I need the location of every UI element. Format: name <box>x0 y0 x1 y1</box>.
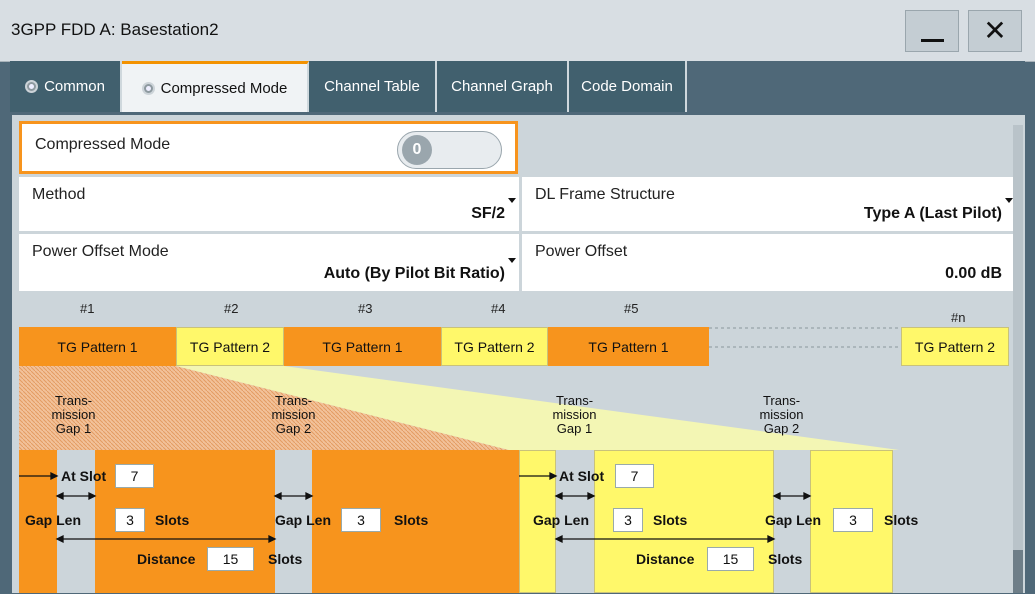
gap2-len-input[interactable]: 3 <box>833 508 873 532</box>
vertical-scrollbar[interactable] <box>1013 125 1023 593</box>
toggle-knob: 0 <box>402 135 432 165</box>
field-label: DL Frame Structure <box>535 186 675 203</box>
close-icon: ✕ <box>983 15 1007 46</box>
power-offset-mode-field[interactable]: Power Offset Mode Auto (By Pilot Bit Rat… <box>19 234 519 291</box>
slots-label: Slots <box>394 512 429 528</box>
minimize-button[interactable] <box>905 10 959 52</box>
method-field[interactable]: Method SF/2 <box>19 177 519 231</box>
tab-label: Compressed Mode <box>160 79 288 97</box>
at-slot-input[interactable]: 7 <box>115 464 154 488</box>
dropdown-arrow-icon <box>1005 198 1013 203</box>
slots-label: Slots <box>268 551 303 567</box>
at-slot-label: At Slot <box>559 468 605 484</box>
at-slot-input[interactable]: 7 <box>615 464 654 488</box>
field-value: Auto (By Pilot Bit Ratio) <box>323 265 505 282</box>
slots-label: Slots <box>768 551 803 567</box>
slots-label: Slots <box>884 512 919 528</box>
distance-label: Distance <box>636 551 695 567</box>
gap-len-label: Gap Len <box>533 512 590 528</box>
dropdown-arrow-icon <box>508 258 516 263</box>
window-title: 3GPP FDD A: Basestation2 <box>11 20 219 39</box>
at-slot-label: At Slot <box>61 468 107 484</box>
field-label: Compressed Mode <box>35 136 171 153</box>
gap-len-input[interactable]: 3 <box>115 508 145 532</box>
gap-len-input[interactable]: 3 <box>613 508 643 532</box>
compressed-mode-panel: Compressed Mode 0 Method SF/2 DL Frame S… <box>12 115 1025 593</box>
close-button[interactable]: ✕ <box>968 10 1022 52</box>
distance-input[interactable]: 15 <box>207 547 254 571</box>
tab-label: Common <box>44 78 105 95</box>
field-label: Power Offset Mode <box>32 243 169 260</box>
slots-label: Slots <box>653 512 688 528</box>
tg-pattern-diagram: #1 #2 #3 #4 #5 #n TG Pattern 1 TG Patter… <box>19 295 1011 593</box>
field-value: Type A (Last Pilot) <box>863 205 1002 222</box>
toggle-dot-icon <box>141 81 155 95</box>
distance-label: Distance <box>137 551 196 567</box>
gap-len-label: Gap Len <box>765 512 822 528</box>
power-offset-field[interactable]: Power Offset 0.00 dB <box>522 234 1016 291</box>
slots-label: Slots <box>155 512 190 528</box>
compressed-mode-field[interactable]: Compressed Mode 0 <box>19 121 518 174</box>
gap-len-label: Gap Len <box>25 512 82 528</box>
tab-channel-graph[interactable]: Channel Graph <box>437 61 569 112</box>
field-label: Power Offset <box>535 243 628 260</box>
minimize-icon <box>921 39 944 42</box>
toggle-dot-icon <box>25 80 39 93</box>
tab-compressed-mode[interactable]: Compressed Mode <box>122 61 309 112</box>
compressed-mode-toggle[interactable]: 0 <box>397 131 502 169</box>
tab-label: Channel Graph <box>451 78 553 95</box>
dl-frame-structure-field[interactable]: DL Frame Structure Type A (Last Pilot) <box>522 177 1016 231</box>
tab-label: Channel Table <box>324 78 420 95</box>
tab-channel-table[interactable]: Channel Table <box>309 61 437 112</box>
distance-input[interactable]: 15 <box>707 547 754 571</box>
field-value: 0.00 dB <box>945 265 1002 282</box>
arrow-graphics <box>19 471 812 544</box>
tab-label: Code Domain <box>581 78 673 95</box>
field-value: SF/2 <box>471 205 505 222</box>
field-label: Method <box>32 186 86 203</box>
title-bar: 3GPP FDD A: Basestation2 ✕ <box>0 0 1035 62</box>
tab-common[interactable]: Common <box>10 61 122 112</box>
dropdown-arrow-icon <box>508 198 516 203</box>
gap2-len-input[interactable]: 3 <box>341 508 381 532</box>
tab-code-domain[interactable]: Code Domain <box>569 61 687 112</box>
gap-len-label: Gap Len <box>275 512 332 528</box>
scrollbar-thumb[interactable] <box>1013 550 1023 593</box>
tab-bar: Common Compressed Mode Channel Table Cha… <box>10 61 1025 115</box>
